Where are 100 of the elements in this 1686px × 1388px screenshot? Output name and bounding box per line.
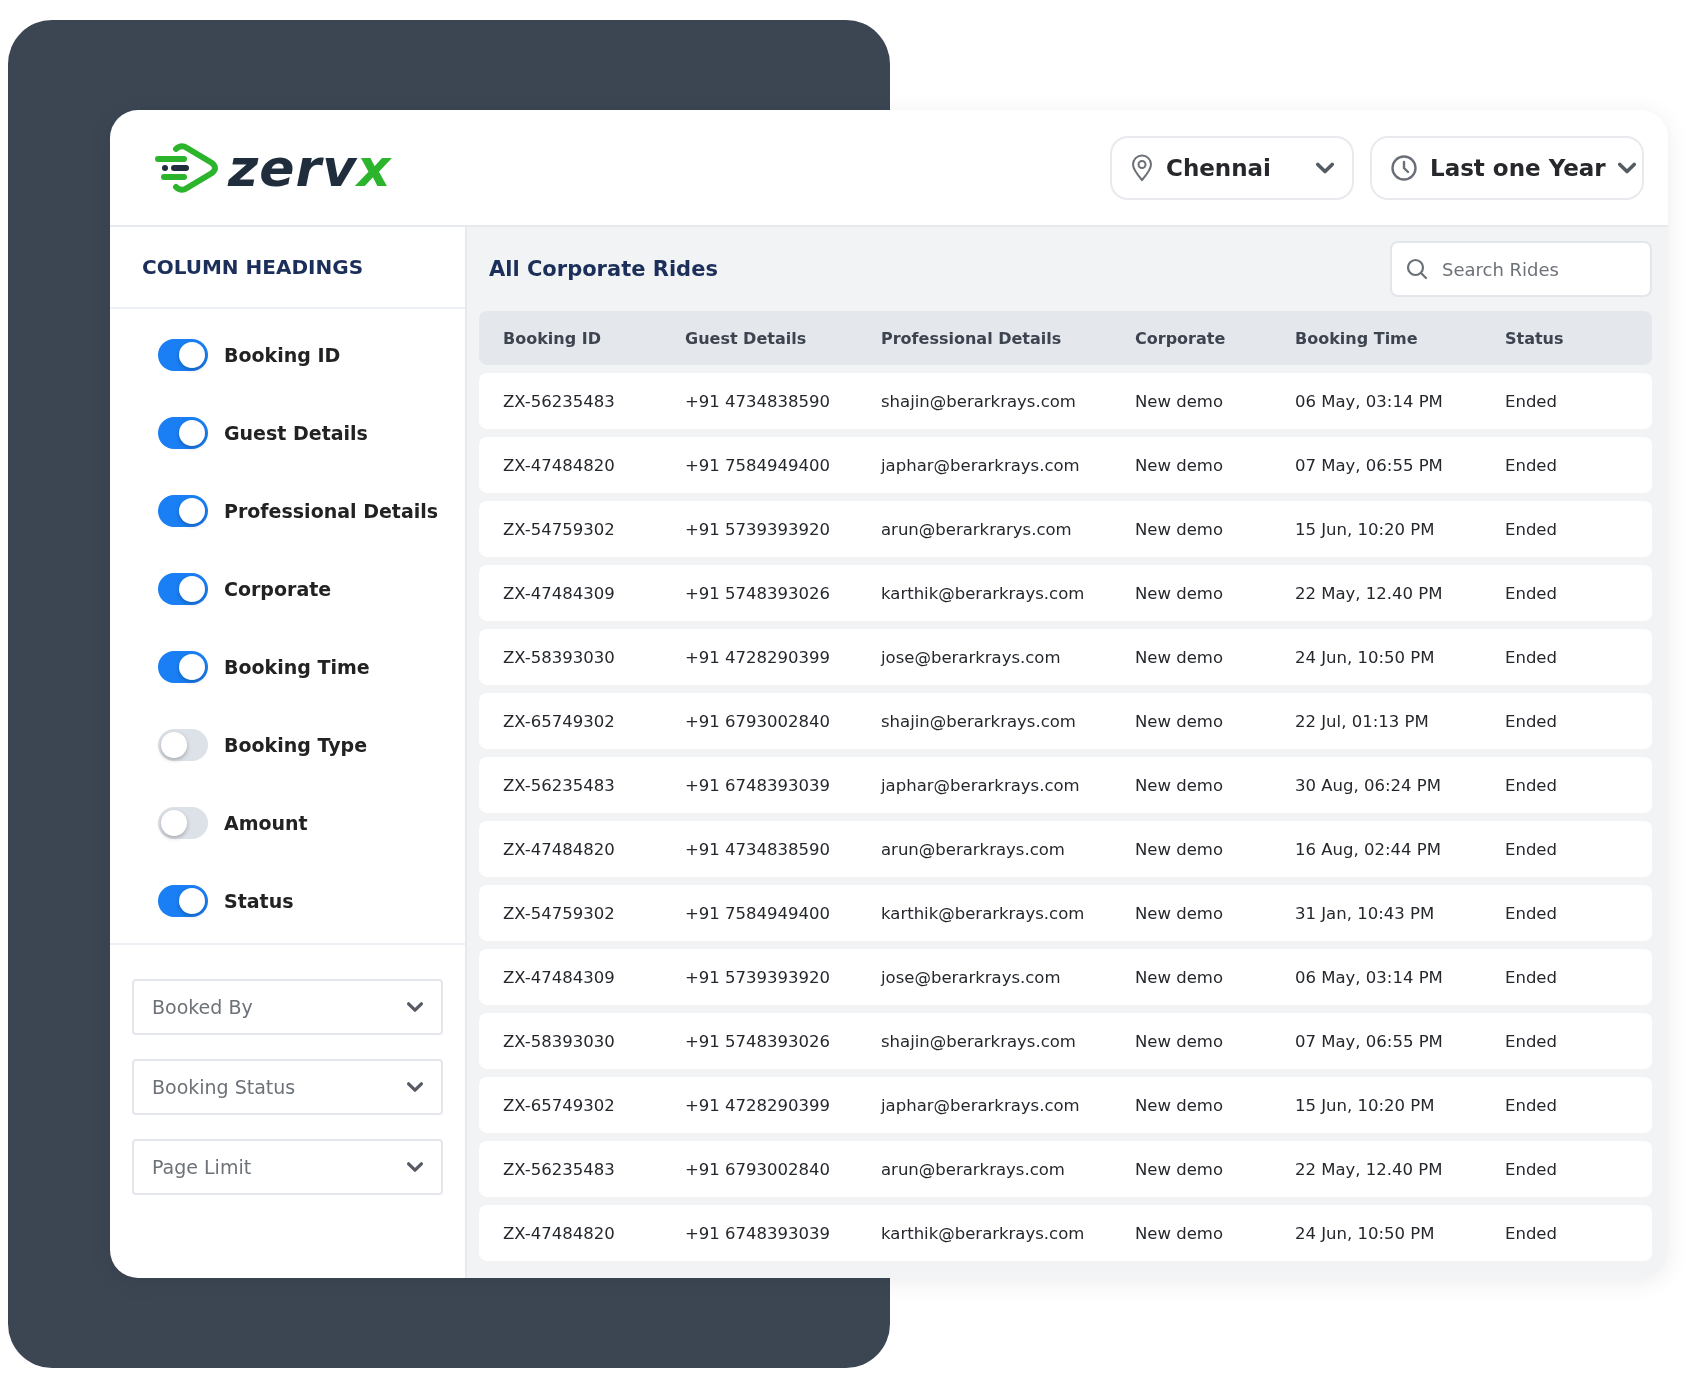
period-dropdown[interactable]: Last one Year (1370, 135, 1644, 200)
filter-dropdown[interactable]: Booking Status (132, 1059, 443, 1115)
table-cell-text: arun@berarkrays.com (881, 839, 1066, 859)
column-header: Professional Details (881, 328, 1063, 348)
table-cell-text: ZX-54759302 (503, 903, 616, 923)
table-cell-text: Ended (1505, 391, 1558, 411)
filter-dropdown[interactable]: Page Limit (132, 1139, 443, 1195)
table-cell-text: Ended (1505, 775, 1558, 795)
table-cell-text: 30 Aug, 06:24 PM (1295, 775, 1442, 795)
table-cell-text: ZX-47484820 (503, 455, 616, 475)
table-cell-text: 31 Jan, 10:43 PM (1295, 903, 1436, 923)
table-cell-text: 22 May, 12.40 PM (1295, 1159, 1444, 1179)
table-cell-text: shajin@berarkrays.com (881, 391, 1077, 411)
table-cell-text: +91 4728290399 (685, 647, 832, 667)
chevron-down-icon (407, 1082, 423, 1092)
chevron-down-icon (1316, 161, 1334, 174)
table-cell-text: Ended (1505, 839, 1558, 859)
toggle-switch[interactable] (158, 417, 208, 449)
column-header: Guest Details (685, 328, 808, 348)
table-cell-text: Ended (1505, 583, 1558, 603)
table-cell-text: ZX-47484309 (503, 967, 616, 987)
table-cell-text: +91 5748393026 (685, 583, 832, 603)
table-cell-text: Ended (1505, 903, 1558, 923)
table-cell-text: New demo (1135, 455, 1225, 475)
table-cell-text: Ended (1505, 1095, 1558, 1115)
toggle-label: Amount (224, 812, 308, 834)
location-dropdown[interactable]: Chennai (1110, 135, 1354, 200)
table-cell-text: New demo (1135, 711, 1225, 731)
table-cell-text: +91 4728290399 (685, 1095, 832, 1115)
table-cell-text: New demo (1135, 775, 1225, 795)
table-cell-text: +91 5739393920 (685, 519, 832, 539)
table-cell-text: Ended (1505, 1031, 1558, 1051)
toggle-label: Booking ID (224, 344, 341, 366)
table-cell-text: shajin@berarkrays.com (881, 1031, 1077, 1051)
table-cell-text: ZX-58393030 (503, 647, 616, 667)
toggle-label: Corporate (224, 578, 332, 600)
table-cell-text: arun@berarkrays.com (881, 1159, 1066, 1179)
clock-icon (1390, 153, 1418, 182)
table-cell-text: New demo (1135, 1031, 1225, 1051)
table-cell-text: Ended (1505, 1223, 1558, 1243)
toggle-switch[interactable] (158, 573, 208, 605)
search-field[interactable]: Search Rides (1390, 241, 1652, 297)
table-cell-text: +91 6748393039 (685, 775, 832, 795)
table-title: All Corporate Rides (489, 257, 718, 281)
toggle-switch[interactable] (158, 339, 208, 371)
table-cell-text: ZX-47484820 (503, 839, 616, 859)
table-cell-text: 24 Jun, 10:50 PM (1295, 647, 1436, 667)
table-cell-text: jose@berarkrays.com (881, 967, 1062, 987)
table-cell-text: New demo (1135, 583, 1225, 603)
table-cell-text: New demo (1135, 647, 1225, 667)
table-cell-text: New demo (1135, 1223, 1225, 1243)
table-cell-text: 24 Jun, 10:50 PM (1295, 1223, 1436, 1243)
table-cell-text: japhar@berarkrays.com (881, 1095, 1081, 1115)
toggle-switch[interactable] (158, 495, 208, 527)
filter-dropdown[interactable]: Booked By (132, 979, 443, 1035)
chevron-down-icon (1617, 161, 1636, 174)
table-cell-text: 07 May, 06:55 PM (1295, 1031, 1444, 1051)
logo-wordmark: zervx (228, 137, 392, 198)
toggle-switch[interactable] (158, 729, 208, 761)
toggle-switch[interactable] (158, 885, 208, 917)
toggle-label: Professional Details (224, 500, 439, 522)
table-cell-text: +91 7584949400 (685, 455, 832, 475)
table-cell-text: Ended (1505, 647, 1558, 667)
table-cell-text: 22 May, 12.40 PM (1295, 583, 1444, 603)
table-cell-text: Ended (1505, 1159, 1558, 1179)
table-cell-text: arun@berarkrarys.com (881, 519, 1073, 539)
table-cell-text: Ended (1505, 967, 1558, 987)
location-pin-icon (1130, 153, 1154, 182)
chevron-down-icon (407, 1162, 423, 1172)
table-cell-text: ZX-54759302 (503, 519, 616, 539)
table-cell-text: ZX-65749302 (503, 711, 616, 731)
table-cell-text: +91 4734838590 (685, 839, 832, 859)
table-cell-text: japhar@berarkrays.com (881, 455, 1081, 475)
table-cell-text: ZX-56235483 (503, 775, 616, 795)
toggle-switch[interactable] (158, 807, 208, 839)
table-cell-text: 07 May, 06:55 PM (1295, 455, 1444, 475)
table-cell-text: jose@berarkrays.com (881, 647, 1062, 667)
table-cell-text: New demo (1135, 967, 1225, 987)
logo-icon (154, 140, 220, 195)
table-cell-text: New demo (1135, 519, 1225, 539)
table-cell-text: Ended (1505, 455, 1558, 475)
toggle-switch[interactable] (158, 651, 208, 683)
table-cell-text: ZX-58393030 (503, 1031, 616, 1051)
table-cell-text: +91 7584949400 (685, 903, 832, 923)
table-cell-text: +91 6793002840 (685, 1159, 832, 1179)
table-cell-text: New demo (1135, 839, 1225, 859)
table-cell-text: japhar@berarkrays.com (881, 775, 1081, 795)
table-cell-text: New demo (1135, 1159, 1225, 1179)
chevron-down-icon (407, 1002, 423, 1012)
table-cell-text: karthik@berarkrays.com (881, 903, 1086, 923)
table-cell-text: 15 Jun, 10:20 PM (1295, 519, 1436, 539)
table-cell-text: ZX-56235483 (503, 1159, 616, 1179)
table-cell-text: New demo (1135, 903, 1225, 923)
table-cell-text: ZX-65749302 (503, 1095, 616, 1115)
column-header: Corporate (1135, 328, 1227, 348)
table-cell-text: New demo (1135, 1095, 1225, 1115)
table-cell-text: +91 6793002840 (685, 711, 832, 731)
table-cell-text: +91 6748393039 (685, 1223, 832, 1243)
table-cell-text: +91 4734838590 (685, 391, 832, 411)
table-cell-text: New demo (1135, 391, 1225, 411)
